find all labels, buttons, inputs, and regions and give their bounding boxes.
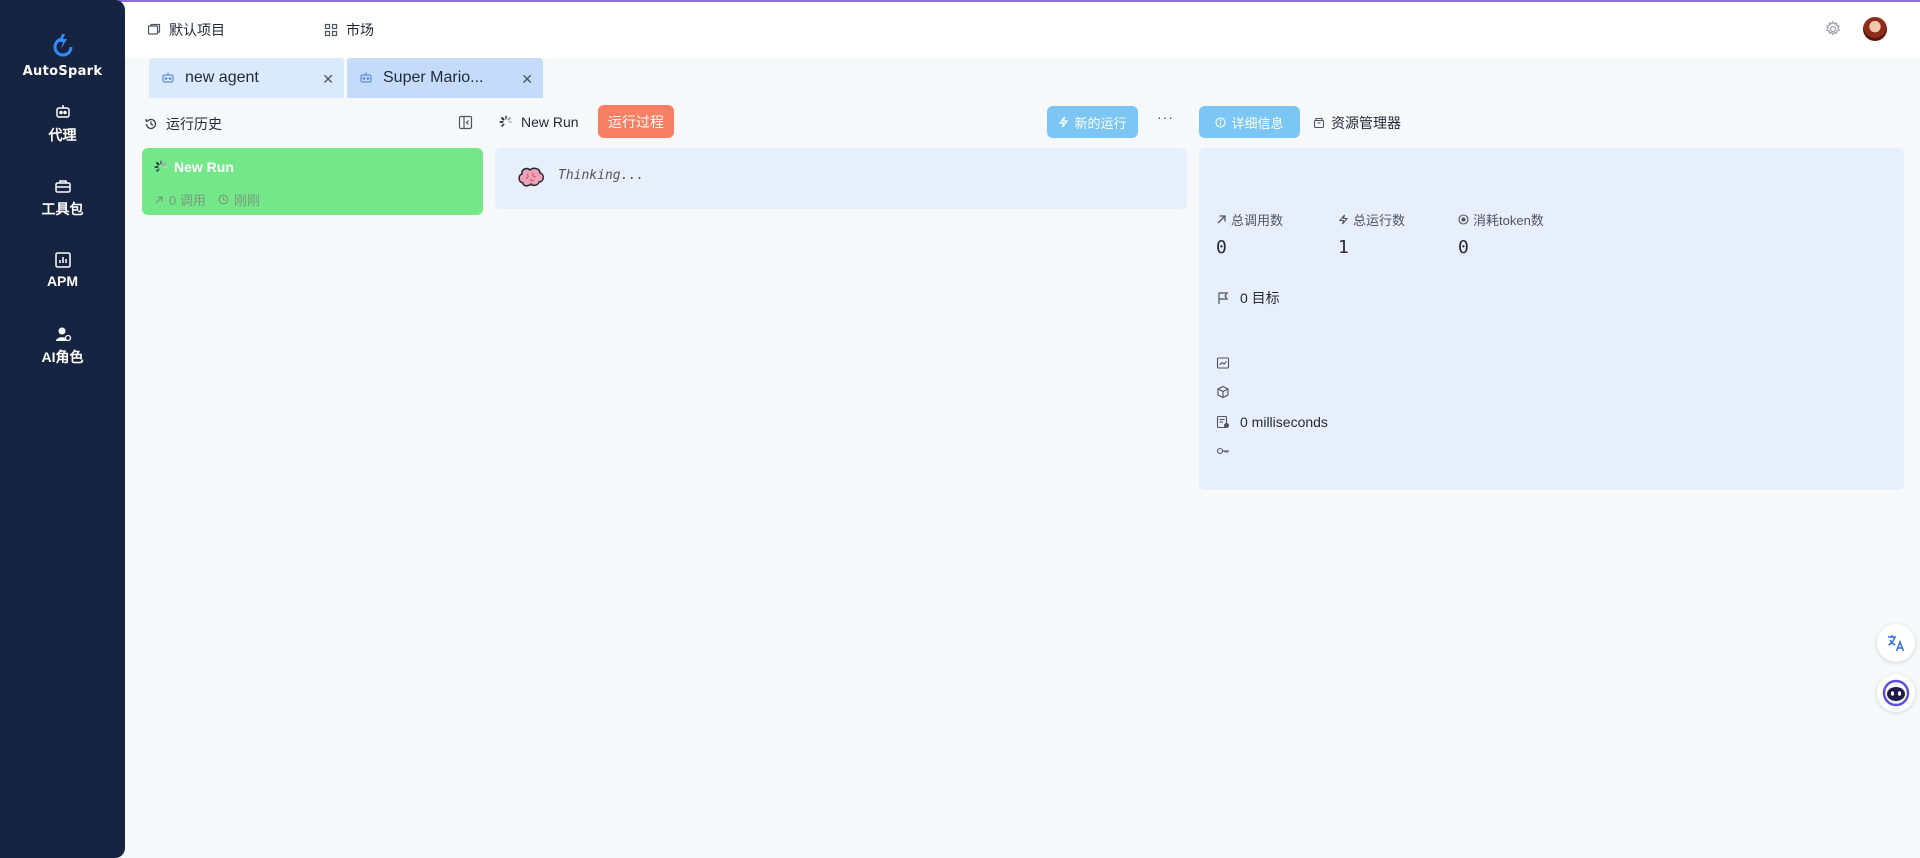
duration-row: 0 milliseconds	[1216, 414, 1328, 430]
sidebar: AutoSpark 代理 工具包 APM AI角色	[0, 0, 125, 858]
project-name: 默认项目	[169, 22, 225, 38]
loading-spinner-icon	[154, 160, 168, 172]
cube-icon	[1217, 385, 1229, 399]
brand-name: AutoSpark	[22, 64, 103, 79]
sidebar-item-toolkits[interactable]: 工具包	[0, 177, 125, 219]
archive-icon	[1313, 117, 1325, 129]
gear-icon[interactable]	[1823, 19, 1843, 39]
resources-tab-label: 资源管理器	[1331, 115, 1401, 131]
sidebar-item-apm[interactable]: APM	[0, 251, 125, 291]
run-name: New Run	[174, 159, 234, 175]
stat-label: 总调用数	[1231, 213, 1284, 228]
instructions-row	[1216, 356, 1230, 370]
more-options-button[interactable]: ···	[1157, 109, 1174, 125]
flag-icon	[1218, 292, 1229, 304]
run-time: 刚刚	[218, 190, 260, 209]
tab-resources[interactable]: 资源管理器	[1313, 113, 1401, 133]
assistant-bot-button[interactable]	[1877, 674, 1915, 712]
market-link[interactable]: 市场	[324, 20, 374, 40]
brain-icon	[518, 167, 544, 187]
sidebar-item-label: 代理	[48, 127, 77, 143]
translate-icon	[1888, 635, 1905, 652]
arrow-up-right-icon	[1217, 215, 1226, 224]
details-panel: 总调用数 0 总运行数 1 消耗token数 0 0 目标 0 millisec…	[1199, 148, 1904, 490]
toolbox-icon	[54, 180, 71, 193]
stat-label: 消耗token数	[1473, 213, 1544, 228]
goals-row: 0 目标	[1216, 288, 1280, 308]
key-icon	[1216, 447, 1229, 455]
run-calls: 0 调用	[154, 190, 206, 209]
run-title-text: New Run	[521, 114, 579, 130]
agent-persona-icon	[55, 327, 71, 342]
model-row	[1216, 385, 1230, 399]
brand[interactable]: AutoSpark	[0, 32, 125, 80]
top-header: 默认项目 市场	[125, 2, 1920, 58]
sidebar-item-label: APM	[46, 273, 79, 289]
stat-total-calls: 总调用数 0	[1216, 210, 1283, 258]
sidebar-item-agents[interactable]: 代理	[0, 103, 125, 145]
sidebar-item-label: AI角色	[41, 349, 84, 365]
collapse-panel-icon[interactable]	[458, 115, 473, 130]
run-title: New Run	[499, 114, 579, 130]
user-avatar[interactable]	[1863, 17, 1887, 41]
lightning-icon	[1338, 214, 1349, 225]
run-time-text: 刚刚	[233, 193, 260, 208]
autospark-logo-icon	[53, 34, 72, 57]
history-title-text: 运行历史	[166, 116, 222, 132]
stat-value: 0	[1216, 237, 1227, 258]
folder-icon	[147, 23, 161, 35]
schedule-document-icon	[1216, 415, 1229, 429]
stat-total-runs: 总运行数 1	[1338, 210, 1405, 258]
duration-text: 0 milliseconds	[1240, 414, 1328, 430]
stat-tokens: 消耗token数 0	[1458, 210, 1544, 258]
run-process-button[interactable]: 运行过程	[598, 105, 674, 138]
arrow-up-right-icon	[155, 195, 163, 203]
run-calls-text: 0 调用	[169, 193, 206, 208]
loading-spinner-icon	[499, 115, 513, 127]
main-content: 运行历史 New Run 0 调用 刚刚 New Run 运行过程 新的运行 ·…	[125, 98, 1920, 858]
thinking-text: Thinking...	[558, 168, 645, 183]
tab-bar: new agent ✕ Super Mario... ✕	[125, 58, 1920, 98]
grid-icon	[324, 23, 338, 37]
tab-label: new agent	[185, 69, 259, 86]
target-icon	[1458, 214, 1469, 225]
bot-face-icon	[1882, 679, 1910, 707]
translate-button[interactable]	[1877, 624, 1915, 662]
stat-value: 0	[1458, 237, 1469, 258]
stat-value: 1	[1338, 237, 1349, 258]
run-feed: Thinking...	[495, 148, 1187, 209]
close-icon[interactable]: ✕	[521, 71, 533, 88]
details-tab-label: 详细信息	[1231, 115, 1284, 131]
tab-label: Super Mario...	[383, 69, 484, 86]
clock-icon	[218, 194, 229, 205]
history-icon	[145, 118, 157, 130]
project-selector[interactable]: 默认项目	[147, 20, 225, 40]
chart-icon	[54, 252, 71, 268]
agent-icon	[162, 72, 174, 83]
image-icon	[1216, 357, 1230, 369]
agent-icon	[360, 72, 372, 83]
goals-text: 0 目标	[1240, 290, 1280, 306]
sidebar-item-ai-roles[interactable]: AI角色	[0, 325, 125, 367]
history-title: 运行历史	[144, 114, 222, 134]
new-run-button[interactable]: 新的运行	[1047, 106, 1138, 138]
robot-icon	[55, 105, 70, 118]
new-run-label: 新的运行	[1074, 115, 1127, 131]
market-label: 市场	[346, 22, 374, 38]
stat-label: 总运行数	[1353, 213, 1406, 228]
tab-new-agent[interactable]: new agent ✕	[149, 58, 344, 98]
sidebar-item-label: 工具包	[41, 201, 84, 217]
info-icon	[1215, 116, 1227, 128]
tab-details[interactable]: 详细信息	[1199, 106, 1300, 138]
lightning-icon	[1059, 116, 1069, 128]
key-row	[1216, 444, 1230, 458]
close-icon[interactable]: ✕	[322, 71, 334, 88]
run-history-item[interactable]: New Run 0 调用 刚刚	[142, 148, 483, 215]
tab-super-mario[interactable]: Super Mario... ✕	[347, 58, 543, 98]
